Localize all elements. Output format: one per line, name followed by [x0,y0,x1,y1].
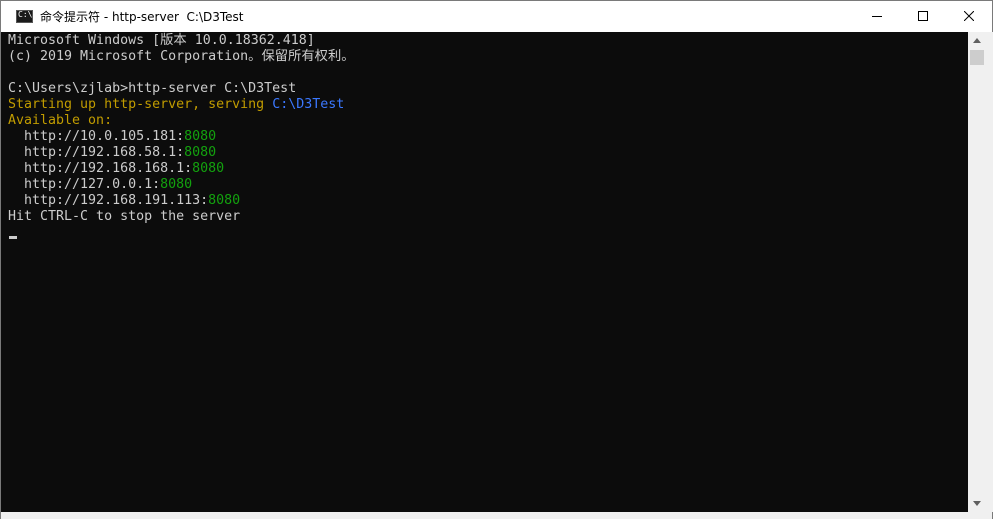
command-line: C:\Users\zjlab>http-server C:\D3Test [8,81,297,96]
available-on-line: Available on: [8,113,113,128]
console-output[interactable]: Microsoft Windows [版本 10.0.18362.418] (c… [2,32,968,512]
stop-hint-line: Hit CTRL-C to stop the server [8,209,241,224]
address-host: http://192.168.191.113: [8,193,209,208]
address-port: 8080 [192,161,225,176]
banner-version-line: Microsoft Windows [版本 10.0.18362.418] [8,33,315,48]
scroll-up-button[interactable] [968,32,986,49]
maximize-icon [918,11,928,21]
address-host: http://127.0.0.1: [8,177,161,192]
address-line: http://10.0.105.181:8080 [8,129,216,145]
starting-line: Starting up http-server, serving C:\D3Te… [8,97,344,113]
window-border-right [986,32,993,512]
address-host: http://192.168.168.1: [8,161,193,176]
arrow-up-icon [973,38,981,43]
scroll-down-button[interactable] [968,495,986,512]
address-port: 8080 [184,129,217,144]
address-port: 8080 [160,177,193,192]
maximize-button[interactable] [900,1,946,32]
address-line: http://192.168.168.1:8080 [8,161,224,177]
command-prompt-window: C:\ 命令提示符 - http-server C:\D3Test Micros… [0,0,993,519]
address-line: http://192.168.58.1:8080 [8,145,216,161]
close-button[interactable] [946,1,992,32]
starting-text: Starting up http-server, serving [8,97,273,112]
address-port: 8080 [184,145,217,160]
close-icon [964,11,974,21]
cmd-icon[interactable]: C:\ [16,10,33,23]
vertical-scrollbar[interactable] [968,32,986,512]
banner-copyright-line: (c) 2019 Microsoft Corporation。保留所有权利。 [8,49,355,64]
window-title: 命令提示符 - http-server C:\D3Test [40,10,244,24]
address-port: 8080 [208,193,241,208]
address-line: http://192.168.191.113:8080 [8,193,240,209]
serving-path: C:\D3Test [272,97,345,112]
address-host: http://10.0.105.181: [8,129,185,144]
minimize-icon [872,16,882,17]
minimize-button[interactable] [854,1,900,32]
window-border-bottom[interactable] [1,512,992,519]
address-line: http://127.0.0.1:8080 [8,177,192,193]
arrow-down-icon [973,501,981,506]
scroll-thumb[interactable] [970,50,984,65]
address-host: http://192.168.58.1: [8,145,185,160]
title-bar[interactable]: C:\ 命令提示符 - http-server C:\D3Test [1,1,992,32]
text-cursor [9,236,17,239]
window-controls [854,1,992,32]
